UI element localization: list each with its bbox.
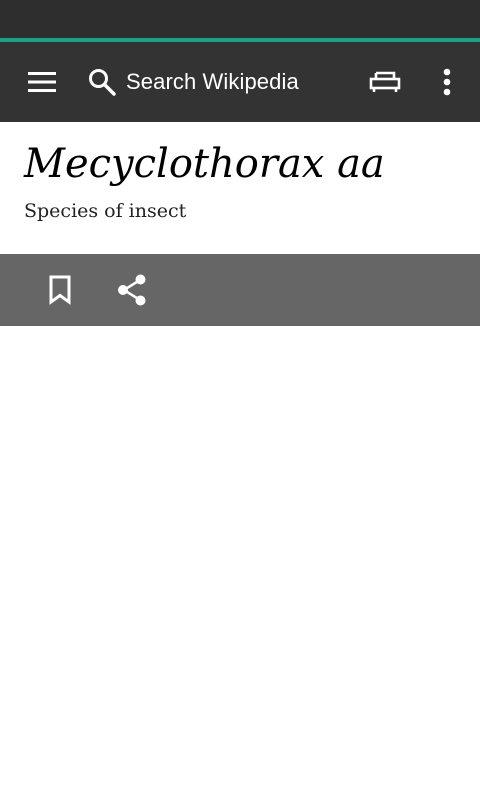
overflow-menu-button[interactable] [424, 42, 470, 122]
more-vert-icon [443, 68, 451, 96]
hamburger-menu-icon [28, 72, 56, 92]
app-toolbar: Search Wikipedia [0, 42, 480, 122]
status-bar [0, 0, 480, 38]
article-description: Species of insect [24, 200, 187, 222]
search-bar[interactable]: Search Wikipedia [80, 42, 350, 122]
article-content [0, 326, 480, 800]
tabs-icon [369, 71, 401, 92]
search-placeholder: Search Wikipedia [126, 69, 299, 94]
article-title: Mecyclothorax aa [24, 141, 385, 187]
share-icon [118, 274, 146, 306]
bookmark-icon [49, 275, 71, 305]
share-button[interactable] [104, 254, 160, 326]
tabs-button[interactable] [360, 42, 410, 122]
search-icon [84, 67, 120, 97]
article-action-bar [0, 254, 480, 326]
menu-button[interactable] [18, 42, 66, 122]
article-header: Mecyclothorax aa Species of insect [0, 122, 480, 254]
bookmark-button[interactable] [32, 254, 88, 326]
